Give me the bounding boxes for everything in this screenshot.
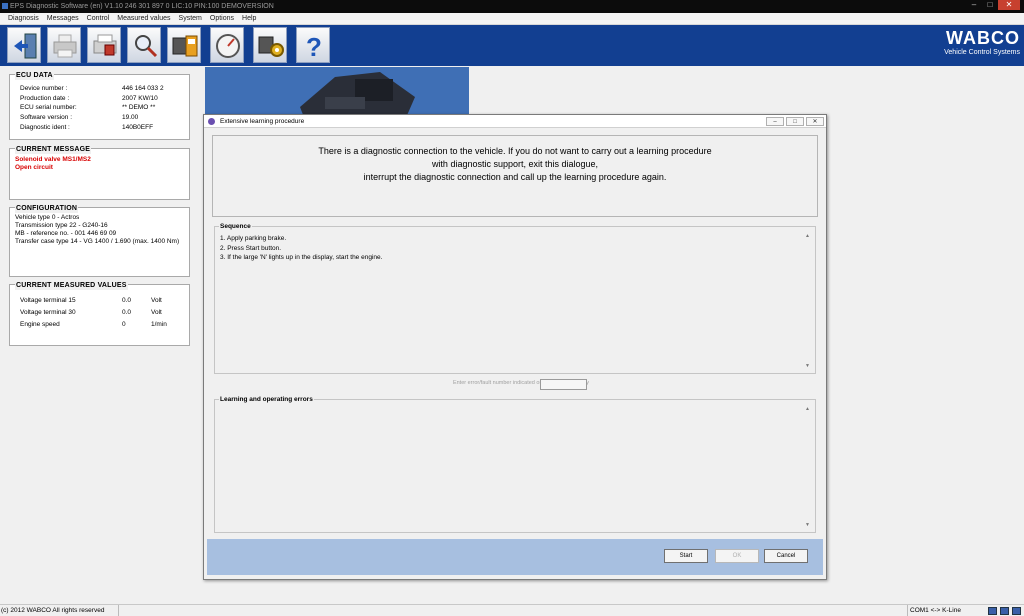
print-button[interactable] (47, 27, 81, 63)
connection-indicator-icon (1000, 607, 1009, 615)
help-icon: ? (306, 32, 322, 60)
close-button[interactable]: ✕ (998, 0, 1020, 10)
ecu-data-title: ECU DATA (15, 71, 54, 80)
current-message-panel: CURRENT MESSAGE Solenoid valve MS1/MS2 O… (9, 145, 190, 200)
ecu-picture (205, 67, 469, 120)
menu-options[interactable]: Options (206, 13, 238, 24)
message-line: with diagnostic support, exit this dialo… (431, 159, 599, 169)
scroll-down-icon[interactable]: ▼ (805, 522, 810, 528)
search-icon (135, 35, 158, 58)
cancel-button[interactable]: Cancel (764, 549, 808, 563)
toolbar: ? WABCO Vehicle Control Systems (0, 25, 1024, 66)
measured-value-row: Engine speed 0 1/min (20, 321, 167, 328)
copyright-text: (c) 2012 WABCO All rights reserved (1, 605, 119, 616)
message-line: There is a diagnostic connection to the … (318, 146, 712, 156)
errors-panel: Learning and operating errors ▲ ▼ (214, 395, 816, 533)
start-button[interactable]: Start (664, 549, 708, 563)
settings-icon (258, 36, 284, 57)
errors-title: Learning and operating errors (219, 395, 314, 404)
printer-ecu-icon (93, 34, 117, 56)
brand-subtitle: Vehicle Control Systems (944, 49, 1020, 56)
current-message-title: CURRENT MESSAGE (15, 145, 92, 154)
sequence-step: 2. Press Start button. (220, 244, 282, 252)
scroll-up-icon[interactable]: ▲ (805, 233, 810, 239)
ecu-data-row: ECU serial number: ** DEMO ** (20, 104, 156, 111)
app-icon (2, 3, 8, 9)
connection-indicator-icon (988, 607, 997, 615)
ecu-data-panel: ECU DATA Device number :446 164 033 2 Pr… (9, 71, 190, 140)
errors-scrollbar[interactable]: ▲ ▼ (805, 406, 813, 528)
measured-value-row: Voltage terminal 30 0.0 Volt (20, 309, 162, 316)
ok-button[interactable]: OK (715, 549, 759, 563)
ecu-data-row: Production date :2007 KW/10 (20, 95, 158, 102)
print-icon (53, 34, 77, 58)
learning-procedure-dialog: Extensive learning procedure – □ ✕ There… (203, 114, 827, 580)
dialog-maximize-button[interactable]: □ (786, 117, 804, 126)
ecu-data-row: Diagnostic ident :140B0EFF (20, 124, 154, 131)
ecu-device-button[interactable] (167, 27, 201, 63)
connection-indicator-icon (1012, 607, 1021, 615)
sequence-step: 1. Apply parking brake. (220, 235, 287, 242)
menu-messages[interactable]: Messages (43, 13, 83, 24)
menu-control[interactable]: Control (83, 13, 114, 24)
error-number-input[interactable] (540, 379, 587, 390)
measured-values-panel: CURRENT MEASURED VALUES Voltage terminal… (9, 281, 190, 346)
diagnostic-message: There is a diagnostic connection to the … (212, 135, 818, 217)
exit-icon (14, 33, 37, 59)
settings-button[interactable] (253, 27, 287, 63)
exit-button[interactable] (7, 27, 41, 63)
message-line: Open circuit (15, 164, 53, 171)
configuration-line: Vehicle type 0 - Actros (15, 214, 80, 221)
sequence-scrollbar[interactable]: ▲ ▼ (805, 233, 813, 369)
status-bar: (c) 2012 WABCO All rights reserved COM1 … (0, 604, 1024, 616)
configuration-line: Transfer case type 14 - VG 1400 / 1.690 … (15, 238, 180, 245)
dialog-close-button[interactable]: ✕ (806, 117, 824, 126)
brand-name: WABCO (946, 28, 1020, 48)
ecu-device-icon (172, 35, 198, 57)
scroll-down-icon[interactable]: ▼ (805, 363, 810, 369)
sequence-panel: Sequence 1. Apply parking brake. 2. Pres… (214, 222, 816, 374)
dialog-window-controls: – □ ✕ (764, 117, 824, 126)
gauge-icon (216, 34, 240, 58)
sequence-title: Sequence (219, 222, 252, 231)
ecu-data-row: Software version :19.00 (20, 114, 139, 121)
dialog-app-icon (208, 118, 215, 125)
sequence-step: 3. If the large 'N' lights up in the dis… (220, 254, 383, 261)
dialog-button-bar: Start OK Cancel (207, 539, 823, 575)
dialog-title: Extensive learning procedure (220, 118, 305, 125)
connection-status: COM1 <-> K-Line (907, 605, 961, 616)
message-line: Solenoid valve MS1/MS2 (15, 156, 91, 163)
configuration-line: Transmission type 22 - G240-16 (15, 222, 108, 229)
window-controls: – □ ✕ (966, 0, 1020, 11)
measured-value-row: Voltage terminal 15 0.0 Volt (20, 297, 162, 304)
message-line: interrupt the diagnostic connection and … (363, 172, 667, 182)
window-titlebar: EPS Diagnostic Software (en) V1.10 246 3… (0, 0, 1024, 13)
help-glyph: ? (306, 32, 322, 60)
configuration-panel: CONFIGURATION Vehicle type 0 - Actros Tr… (9, 204, 190, 277)
ecu-unit-icon (205, 67, 469, 120)
configuration-line: MB - reference no. - 001 446 69 09 (15, 230, 117, 237)
window-title: EPS Diagnostic Software (en) V1.10 246 3… (10, 3, 274, 10)
ecu-data-row: Device number :446 164 033 2 (20, 85, 164, 92)
menu-diagnosis[interactable]: Diagnosis (4, 13, 43, 24)
maximize-button[interactable]: □ (982, 0, 998, 10)
configuration-title: CONFIGURATION (15, 204, 79, 213)
measured-values-title: CURRENT MEASURED VALUES (15, 281, 128, 290)
help-button[interactable]: ? (296, 27, 330, 63)
scroll-up-icon[interactable]: ▲ (805, 406, 810, 412)
menu-help[interactable]: Help (238, 13, 260, 24)
menu-bar: Diagnosis Messages Control Measured valu… (0, 13, 1024, 25)
menu-measured-values[interactable]: Measured values (113, 13, 174, 24)
dialog-minimize-button[interactable]: – (766, 117, 784, 126)
search-button[interactable] (127, 27, 161, 63)
dialog-titlebar: Extensive learning procedure – □ ✕ (204, 115, 826, 128)
brand-logo: WABCO Vehicle Control Systems (944, 28, 1020, 57)
print-ecu-button[interactable] (87, 27, 121, 63)
gauge-button[interactable] (210, 27, 244, 63)
menu-system[interactable]: System (175, 13, 206, 24)
minimize-button[interactable]: – (966, 0, 982, 10)
